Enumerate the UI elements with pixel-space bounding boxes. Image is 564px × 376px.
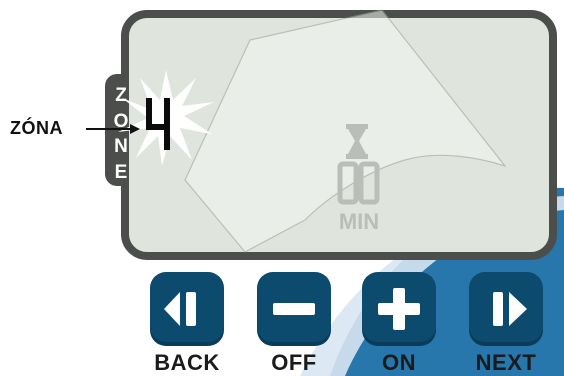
off-button[interactable] bbox=[257, 272, 331, 346]
plus-icon bbox=[378, 288, 420, 330]
zone-letter-n: N bbox=[114, 136, 128, 157]
on-button[interactable] bbox=[362, 272, 436, 346]
off-label: OFF bbox=[271, 350, 317, 375]
back-button[interactable] bbox=[150, 272, 224, 346]
back-icon bbox=[164, 292, 196, 326]
back-label: BACK bbox=[154, 350, 220, 375]
next-icon bbox=[493, 292, 527, 326]
next-label: NEXT bbox=[475, 350, 537, 375]
zone-letter-e: E bbox=[115, 162, 128, 183]
timer-unit: MIN bbox=[339, 209, 379, 234]
next-button[interactable] bbox=[469, 272, 543, 346]
on-label: ON bbox=[382, 350, 416, 375]
zone-letter-z: Z bbox=[115, 85, 127, 106]
zone-callout-label: ZÓNA bbox=[10, 118, 63, 138]
minus-icon bbox=[273, 303, 315, 315]
